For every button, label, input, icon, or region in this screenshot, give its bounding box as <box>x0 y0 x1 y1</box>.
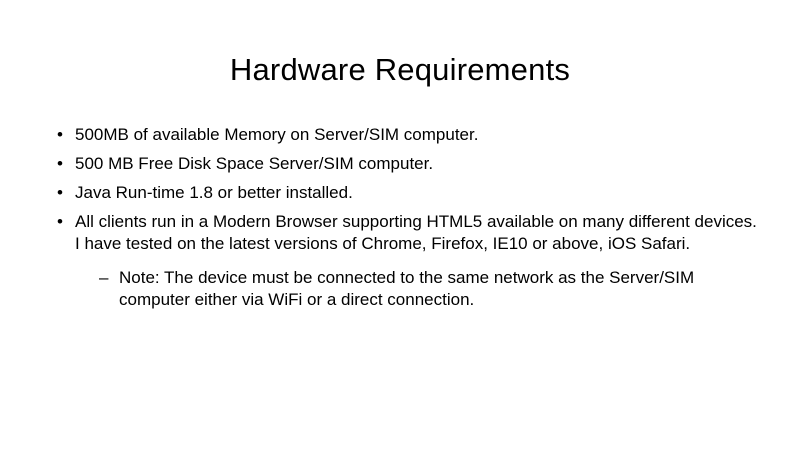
bullet-item-memory: • 500MB of available Memory on Server/SI… <box>57 124 757 146</box>
bullet-text: 500 MB Free Disk Space Server/SIM comput… <box>75 154 434 173</box>
sub-bullet-item-note: – Note: The device must be connected to … <box>75 267 757 311</box>
bullet-icon: • <box>57 183 63 202</box>
bullet-item-disk: • 500 MB Free Disk Space Server/SIM comp… <box>57 153 757 175</box>
slide: Hardware Requirements • 500MB of availab… <box>0 0 800 449</box>
slide-title: Hardware Requirements <box>229 52 571 87</box>
bullet-icon: • <box>57 212 63 231</box>
bullet-text: All clients run in a Modern Browser supp… <box>75 212 757 253</box>
bullet-icon: • <box>57 154 63 173</box>
bullet-list: • 500MB of available Memory on Server/SI… <box>57 124 757 318</box>
sub-bullet-list: – Note: The device must be connected to … <box>75 267 757 311</box>
bullet-item-browser: • All clients run in a Modern Browser su… <box>57 211 757 311</box>
bullet-text: 500MB of available Memory on Server/SIM … <box>75 125 479 144</box>
dash-icon: – <box>99 268 109 287</box>
sub-bullet-text: Note: The device must be connected to th… <box>119 268 695 309</box>
bullet-item-java: • Java Run-time 1.8 or better installed. <box>57 182 757 204</box>
bullet-icon: • <box>57 125 63 144</box>
bullet-text: Java Run-time 1.8 or better installed. <box>75 183 353 202</box>
